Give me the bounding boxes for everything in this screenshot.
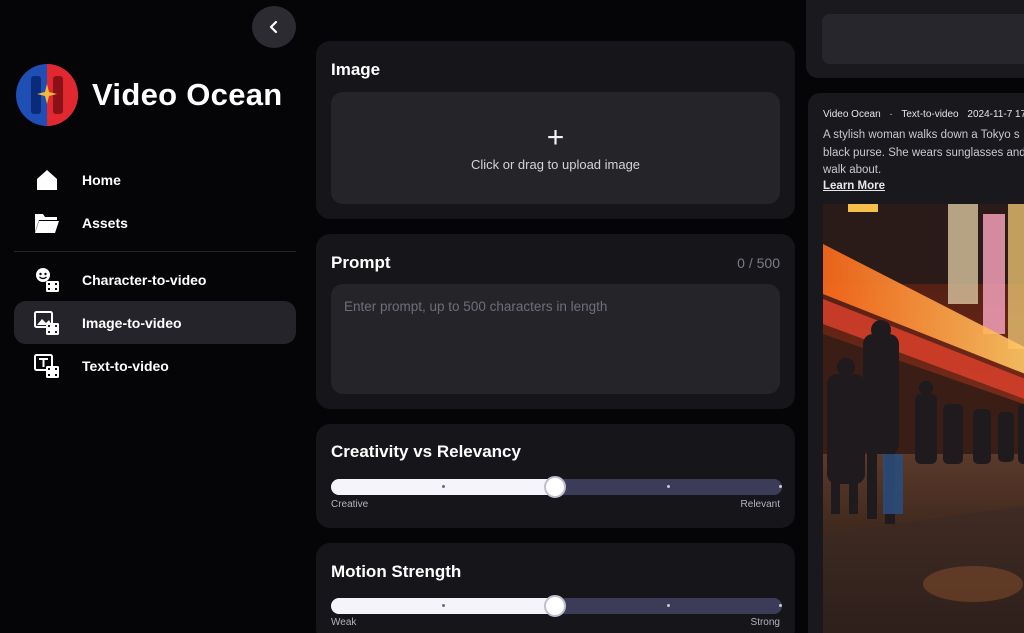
plus-icon: +	[546, 120, 565, 154]
brand-name: Video Ocean	[92, 77, 283, 112]
sidebar-item-character-to-video[interactable]: Character-to-video	[14, 258, 296, 301]
motion-card: Motion Strength Weak Strong	[316, 543, 795, 633]
slider-tick	[667, 604, 670, 607]
slider-thumb[interactable]	[544, 595, 566, 617]
feed-card[interactable]: Video Ocean · Text-to-video 2024-11-7 17…	[808, 93, 1024, 633]
motion-min-label: Weak	[331, 617, 357, 628]
sidebar-item-home[interactable]: Home	[14, 158, 296, 201]
motion-slider[interactable]	[331, 595, 782, 617]
video-ocean-logo-icon	[16, 64, 78, 126]
feed-video-thumbnail[interactable]	[823, 204, 1024, 633]
feed-mode: Text-to-video	[901, 109, 959, 120]
nav-divider	[14, 251, 296, 252]
brand-logo[interactable]: Video Ocean	[14, 62, 283, 128]
feed-card-previous[interactable]	[806, 0, 1024, 78]
image-video-icon	[34, 310, 60, 336]
slider-tick	[442, 604, 445, 607]
slider-tick	[442, 485, 445, 488]
home-icon	[34, 167, 60, 193]
sidebar-item-label: Home	[82, 171, 121, 188]
sidebar-item-assets[interactable]: Assets	[14, 201, 296, 244]
slider-tick	[779, 485, 782, 488]
sidebar-item-text-to-video[interactable]: Text-to-video	[14, 344, 296, 387]
feed-description: A stylish woman walks down a Tokyo s bla…	[823, 129, 1024, 176]
feed-timestamp: 2024-11-7 17:3	[967, 109, 1024, 120]
text-video-icon	[34, 353, 60, 379]
upload-hint: Click or drag to upload image	[470, 156, 641, 172]
slider-tick	[779, 604, 782, 607]
image-section-title: Image	[331, 60, 381, 79]
prompt-section-title: Prompt	[331, 253, 391, 272]
image-card: Image + Click or drag to upload image	[316, 41, 795, 219]
slider-thumb[interactable]	[544, 476, 566, 498]
sidebar-item-label: Image-to-video	[82, 314, 182, 331]
sidebar: Video Ocean Home Assets Character-to-vid…	[0, 0, 310, 633]
sidebar-item-image-to-video[interactable]: Image-to-video	[14, 301, 296, 344]
motion-max-label: Strong	[750, 617, 780, 628]
motion-title: Motion Strength	[331, 562, 462, 581]
nav-generators: Character-to-video Image-to-video Text-t…	[14, 258, 296, 387]
nav-primary: Home Assets	[14, 158, 296, 244]
sidebar-item-label: Text-to-video	[82, 357, 169, 374]
prompt-char-counter: 0 / 500	[737, 255, 780, 271]
folder-icon	[34, 210, 60, 236]
feed-separator: ·	[889, 109, 893, 120]
sidebar-item-label: Character-to-video	[82, 271, 207, 288]
character-video-icon	[34, 267, 60, 293]
creativity-min-label: Creative	[331, 499, 369, 510]
creativity-card: Creativity vs Relevancy Creative Relevan…	[316, 424, 795, 528]
creativity-slider[interactable]	[331, 476, 782, 498]
collapse-sidebar-button[interactable]	[252, 6, 296, 48]
creativity-max-label: Relevant	[740, 499, 780, 510]
sidebar-item-label: Assets	[82, 214, 128, 231]
learn-more-link[interactable]: Learn More	[823, 180, 885, 192]
feed-source: Video Ocean	[823, 109, 881, 120]
chevron-left-icon	[269, 20, 278, 34]
feed-meta: Video Ocean · Text-to-video 2024-11-7 17…	[823, 109, 1024, 120]
prompt-input[interactable]	[331, 284, 780, 394]
feed-card-previous-content	[822, 14, 1024, 64]
creativity-title: Creativity vs Relevancy	[331, 442, 521, 461]
slider-tick	[667, 485, 670, 488]
prompt-card: Prompt 0 / 500	[316, 234, 795, 409]
image-upload-dropzone[interactable]: + Click or drag to upload image	[331, 92, 780, 204]
